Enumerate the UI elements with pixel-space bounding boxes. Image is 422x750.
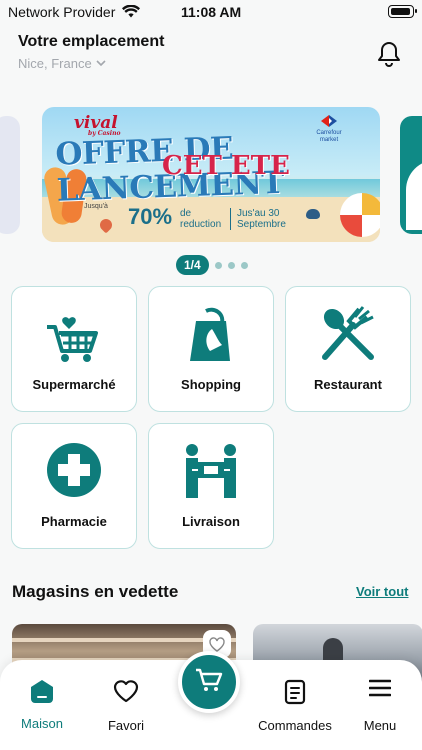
- location-selector[interactable]: Nice, France: [18, 55, 106, 71]
- crab-illustration: [306, 209, 320, 219]
- category-label: Livraison: [182, 514, 240, 529]
- carousel-next-slide[interactable]: [400, 116, 422, 234]
- category-label: Shopping: [181, 377, 241, 392]
- wifi-icon: [122, 4, 140, 23]
- carousel-prev-slide[interactable]: [0, 116, 20, 234]
- tab-home[interactable]: Maison: [0, 660, 84, 750]
- home-icon: [29, 679, 55, 710]
- vival-logo: vival by Casino: [74, 113, 121, 137]
- tab-label: Maison: [21, 716, 63, 731]
- tab-label: Menu: [363, 718, 397, 733]
- pharmacy-cross-icon: [45, 442, 103, 500]
- tab-orders[interactable]: Commandes: [253, 660, 337, 750]
- heart-icon: [113, 679, 139, 708]
- tab-label: Commandes: [258, 718, 332, 733]
- category-supermarche[interactable]: Supermarché: [11, 286, 137, 412]
- pager-dot[interactable]: [214, 261, 222, 269]
- banner-subheadline: CET ETE: [162, 151, 290, 181]
- clock: 11:08 AM: [181, 4, 242, 20]
- category-livraison[interactable]: Livraison: [148, 423, 274, 549]
- banner-promo-prefix: Jusqu'à: [84, 203, 108, 210]
- featured-title: Magasins en vedette: [12, 582, 179, 601]
- shopping-bag-icon: [182, 305, 240, 363]
- beach-ball-illustration: [340, 193, 380, 237]
- tab-label: Favori: [107, 718, 145, 733]
- category-label: Restaurant: [314, 377, 382, 392]
- fork-spoon-icon: [319, 305, 377, 363]
- see-all-link[interactable]: Voir tout: [356, 584, 408, 599]
- pager-count: 1/4: [176, 255, 209, 275]
- promo-banner[interactable]: vival by Casino Carrefour market OFFRE DE…: [42, 107, 380, 242]
- location-title: Votre emplacement: [18, 33, 165, 50]
- shopping-cart-heart-icon: [45, 305, 103, 363]
- tab-menu[interactable]: Menu: [338, 660, 422, 750]
- cart-icon: [195, 667, 223, 698]
- carousel-pager: 1/4: [176, 255, 248, 275]
- orders-document-icon: [284, 679, 306, 710]
- chevron-down-icon: [96, 55, 106, 70]
- carrier-name: Network Provider: [8, 4, 116, 20]
- category-label: Supermarché: [32, 377, 116, 392]
- notification-bell-icon[interactable]: [376, 40, 402, 68]
- banner-promo-word: de reduction: [180, 208, 222, 230]
- location-value: Nice, France: [18, 56, 92, 71]
- pager-dot[interactable]: [227, 261, 235, 269]
- battery-icon: [388, 5, 417, 18]
- delivery-handover-icon: [182, 442, 240, 500]
- banner-promo-date: Jus'au 30 Septembre: [230, 208, 300, 230]
- category-restaurant[interactable]: Restaurant: [285, 286, 411, 412]
- menu-hamburger-icon: [368, 679, 392, 702]
- category-pharmacie[interactable]: Pharmacie: [11, 423, 137, 549]
- pager-dot[interactable]: [240, 261, 248, 269]
- cart-button[interactable]: [178, 651, 240, 713]
- category-shopping[interactable]: Shopping: [148, 286, 274, 412]
- status-bar: Network Provider 11:08 AM: [0, 0, 422, 24]
- tab-favorites[interactable]: Favori: [84, 660, 168, 750]
- category-label: Pharmacie: [41, 514, 107, 529]
- banner-promo-value: 70%: [128, 204, 173, 229]
